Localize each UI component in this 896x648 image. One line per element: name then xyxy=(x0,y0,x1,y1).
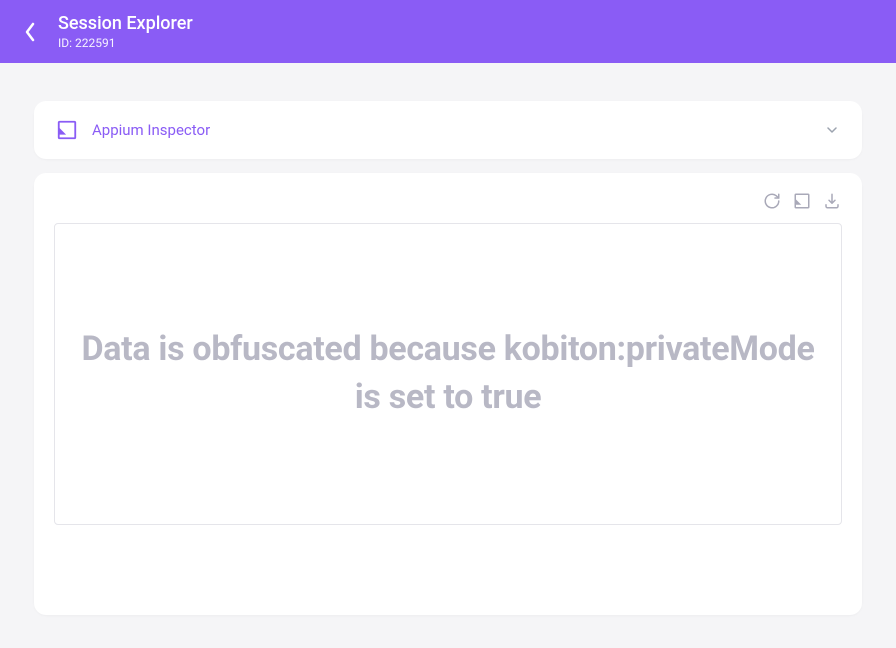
header-bar: Session Explorer ID: 222591 xyxy=(0,0,896,63)
download-button[interactable] xyxy=(822,191,842,211)
refresh-button[interactable] xyxy=(762,191,782,211)
chevron-down-icon xyxy=(824,122,840,138)
panel-toolbar xyxy=(54,191,842,223)
session-id-label: ID: 222591 xyxy=(58,36,193,50)
page-title: Session Explorer xyxy=(58,13,193,35)
inspector-dropdown[interactable]: Appium Inspector xyxy=(34,101,862,159)
download-icon xyxy=(823,192,841,210)
refresh-icon xyxy=(763,192,781,210)
select-element-button[interactable] xyxy=(792,191,812,211)
message-box: Data is obfuscated because kobiton:priva… xyxy=(54,223,842,525)
back-button[interactable] xyxy=(18,20,42,44)
chevron-left-icon xyxy=(24,22,36,42)
obfuscation-message: Data is obfuscated because kobiton:priva… xyxy=(75,326,821,421)
inspector-icon xyxy=(56,119,78,141)
inspector-label: Appium Inspector xyxy=(92,121,810,139)
inspector-panel: Data is obfuscated because kobiton:priva… xyxy=(34,173,862,615)
select-element-icon xyxy=(793,192,811,210)
header-text-block: Session Explorer ID: 222591 xyxy=(58,13,193,51)
content-area: Appium Inspector xyxy=(0,63,896,635)
